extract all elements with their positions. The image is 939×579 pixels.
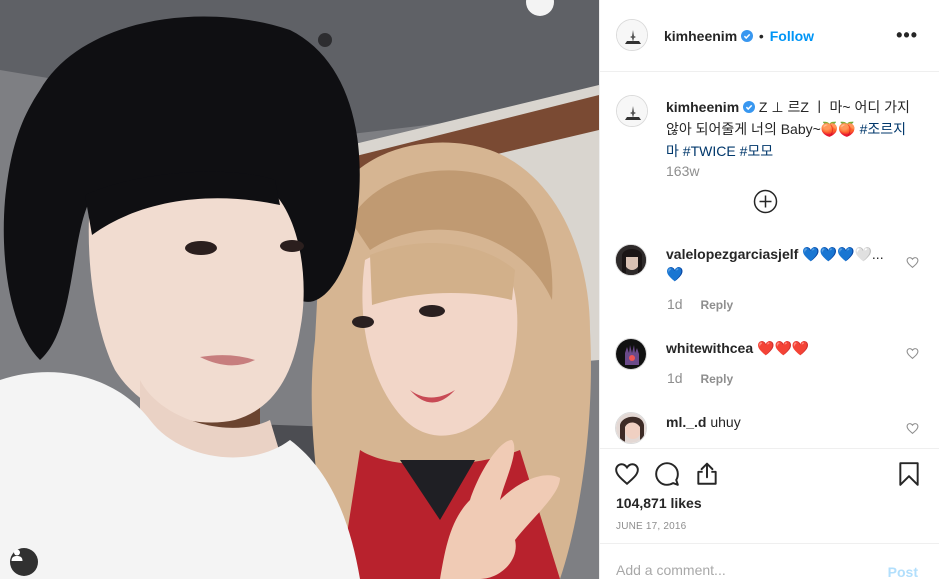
caption-author-avatar[interactable] xyxy=(616,95,648,127)
comment-composer: Post xyxy=(600,543,939,579)
comment-item: whitewithcea ❤️❤️❤️ 1d Reply xyxy=(615,338,925,393)
comment-age[interactable]: 1d xyxy=(667,370,683,386)
commenter-avatar-image xyxy=(616,413,646,443)
follow-button[interactable]: Follow xyxy=(770,28,814,44)
author-username[interactable]: kimheenim xyxy=(664,28,737,44)
caption-age[interactable]: 163w xyxy=(666,163,699,179)
post-actions: 104,871 likes JUNE 17, 2016 xyxy=(600,448,939,543)
comment-text-continued: 💙 xyxy=(666,266,684,282)
share-icon[interactable] xyxy=(694,461,720,487)
comment-like-heart-icon[interactable] xyxy=(906,347,919,360)
comment-text: 💙💙💙🤍 xyxy=(802,246,872,262)
caption-verified-badge-icon xyxy=(743,101,756,113)
commenter-username[interactable]: whitewithcea xyxy=(666,340,753,356)
caption-username[interactable]: kimheenim xyxy=(666,99,739,115)
comment-like-heart-icon[interactable] xyxy=(906,256,919,269)
author-avatar-image xyxy=(617,20,647,50)
comment-age[interactable]: 1d xyxy=(667,296,683,312)
post-comment-button[interactable]: Post xyxy=(888,564,918,579)
post-header: kimheenim • Follow ••• xyxy=(600,0,939,72)
comment-item: valelopezgarciasjelf 💙💙💙🤍... 💙 1d Reply xyxy=(615,244,925,314)
comment-like-heart-icon[interactable] xyxy=(906,422,919,435)
reply-button[interactable]: Reply xyxy=(700,298,733,312)
comment-text: uhuy xyxy=(710,414,741,430)
commenter-username[interactable]: valelopezgarciasjelf xyxy=(666,246,798,262)
post-photo[interactable] xyxy=(0,0,599,579)
heart-icon[interactable] xyxy=(614,461,640,487)
plus-circle-icon[interactable] xyxy=(753,189,778,214)
post-caption: kimheenim Z ⊥ 르Z ㅣ 마~ 어디 가지 않아 되어줄게 너의 B… xyxy=(666,96,916,162)
post-photo-image xyxy=(0,0,599,579)
comment-meta: 1d Reply xyxy=(667,296,733,312)
commenter-username[interactable]: ml._.d xyxy=(666,414,706,430)
commenter-avatar[interactable] xyxy=(615,244,647,276)
hashtag-link[interactable]: #모모 xyxy=(740,143,774,159)
comment-meta: 1d Reply xyxy=(667,370,733,386)
comment-body: ml._.d uhuy xyxy=(666,412,886,432)
post-date[interactable]: JUNE 17, 2016 xyxy=(616,521,686,532)
comment-body: valelopezgarciasjelf 💙💙💙🤍... 💙 xyxy=(666,246,884,282)
bookmark-icon[interactable] xyxy=(896,461,922,487)
post-side-panel: kimheenim • Follow ••• kimheenim Z ⊥ 르Z … xyxy=(599,0,939,579)
commenter-avatar[interactable] xyxy=(615,412,647,444)
user-tag-glyph xyxy=(11,549,23,561)
hashtag-link[interactable]: #TWICE xyxy=(683,143,736,159)
like-count[interactable]: 104,871 likes xyxy=(616,495,702,511)
caption-author-avatar-image xyxy=(617,96,647,126)
comment-text: ❤️❤️❤️ xyxy=(757,340,810,356)
comment-body: whitewithcea ❤️❤️❤️ xyxy=(666,338,886,358)
more-options-icon[interactable]: ••• xyxy=(896,26,918,44)
reply-button[interactable]: Reply xyxy=(700,372,733,386)
add-comment-input[interactable] xyxy=(616,562,866,578)
author-avatar[interactable] xyxy=(616,19,648,51)
commenter-avatar[interactable] xyxy=(615,338,647,370)
header-separator: • xyxy=(758,28,764,44)
commenter-avatar-image xyxy=(616,339,646,369)
verified-badge-icon xyxy=(741,30,754,42)
comment-item: ml._.d uhuy xyxy=(615,412,925,446)
user-tag-icon[interactable] xyxy=(10,548,38,576)
commenter-avatar-image xyxy=(616,245,646,275)
comment-bubble-icon[interactable] xyxy=(654,461,680,487)
